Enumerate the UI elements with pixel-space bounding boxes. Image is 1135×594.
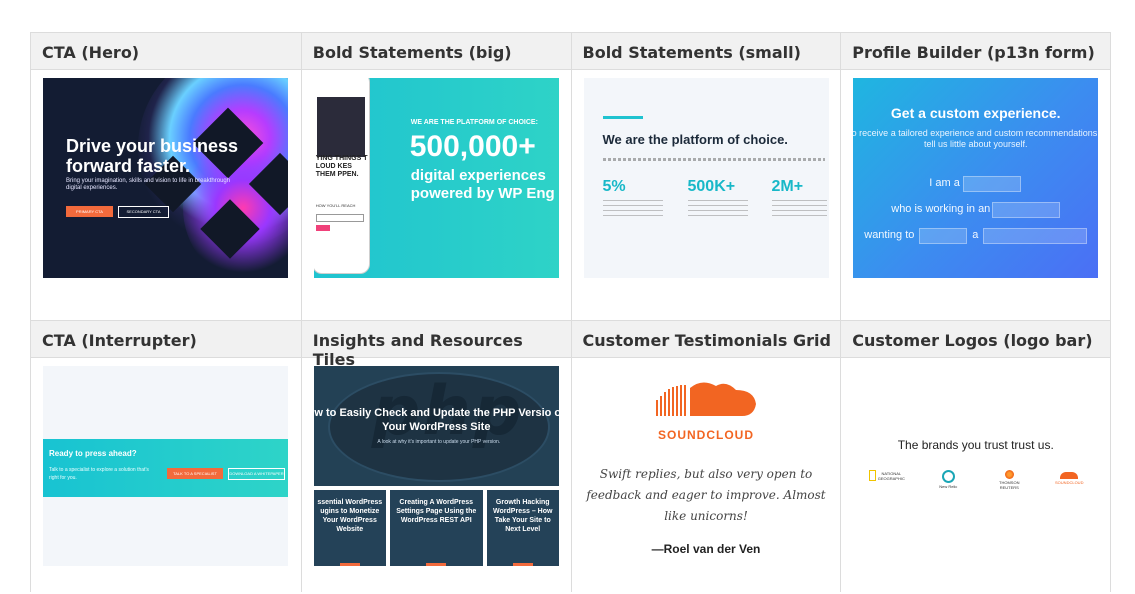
component-grid: CTA (Hero) Bold Statements (big) Bold St…: [30, 32, 1111, 592]
label-i-am: I am a: [929, 177, 960, 189]
reuters-icon: [1004, 470, 1014, 479]
interrupter-heading: Ready to press ahead?: [49, 449, 137, 458]
natgeo-frame-icon: [869, 470, 877, 481]
phone-input: [315, 214, 364, 222]
profile-builder-thumbnail[interactable]: Get a custom experience. o receive a tai…: [853, 78, 1099, 278]
bold-small-title: We are the platform of choice.: [602, 132, 788, 147]
logo-bar-thumbnail[interactable]: The brands you trust trust us. NATIONAL …: [853, 366, 1098, 566]
logo-label: SOUNDCLOUD: [1055, 480, 1084, 485]
soundcloud-small-logo: SOUNDCLOUD: [1054, 470, 1084, 485]
stat-description: [602, 200, 663, 216]
label-a: a: [972, 229, 979, 241]
testimonial-author: —Roel van der Ven: [651, 542, 761, 556]
text-line: [602, 158, 825, 161]
cell-customer-logos: The brands you trust trust us. NATIONAL …: [840, 358, 1110, 592]
tile-title: ssential WordPress ugins to Monetize You…: [317, 499, 383, 533]
column-header: Insights and Resources Tiles: [300, 321, 571, 369]
industry-field[interactable]: [992, 202, 1061, 218]
column-header: CTA (Hero): [42, 43, 140, 62]
tile-title: Growth Hacking WordPress – How Take Your…: [493, 499, 553, 533]
eyebrow-text: WE ARE THE PLATFORM OF CHOICE:: [410, 119, 538, 126]
goal-field[interactable]: [919, 228, 968, 244]
primary-cta-button[interactable]: PRIMARY CTA: [66, 206, 113, 217]
logo-label: New Relic: [939, 484, 958, 489]
column-header: Bold Statements (big): [300, 33, 571, 69]
resource-tile[interactable]: Growth Hacking WordPress – How Take Your…: [486, 490, 559, 566]
testimonial-quote: Swift replies, but also very open to fee…: [586, 467, 826, 523]
cell-cta-interrupter: Ready to press ahead? Talk to a speciali…: [31, 358, 301, 592]
primary-cta-button[interactable]: TALK TO A SPECIALIST: [167, 468, 223, 479]
big-number: 500,000+: [409, 130, 536, 163]
cta-hero-thumbnail[interactable]: Drive your business forward faster. Brin…: [43, 78, 288, 278]
header-row-2: CTA (Interrupter) Insights and Resources…: [30, 320, 1111, 369]
phone-screen-image: [316, 97, 365, 157]
accent-rule: [602, 116, 643, 119]
newrelic-icon: [941, 470, 955, 483]
phone-mockup: YING THINGS T LOUD KES THEM PPEN. HOW YO…: [313, 78, 370, 274]
interrupter-body: Talk to a specialist to explore a soluti…: [49, 467, 149, 481]
stat-value: 500K+: [687, 178, 736, 195]
featured-title: ow to Easily Check and Update the PHP Ve…: [313, 407, 559, 433]
logo-label: NATIONAL GEOGRAPHIC: [877, 470, 905, 481]
soundcloud-logo-icon: [655, 382, 756, 416]
featured-subtitle: A look at why it's important to update y…: [377, 439, 501, 445]
cta-interrupter-thumbnail[interactable]: Ready to press ahead? Talk to a speciali…: [43, 366, 288, 566]
cell-testimonials: SOUNDCLOUD Swift replies, but also very …: [570, 358, 841, 592]
profile-subtitle: o receive a tailored experience and cust…: [853, 128, 1099, 149]
tile-accent: [339, 563, 360, 566]
thomson-reuters-logo: THOMSON REUTERS: [989, 470, 1029, 490]
header-row-1: CTA (Hero) Bold Statements (big) Bold St…: [30, 32, 1111, 70]
bold-big-thumbnail[interactable]: YING THINGS T LOUD KES THEM PPEN. HOW YO…: [313, 78, 559, 278]
logo-bar-title: The brands you trust trust us.: [897, 438, 1054, 452]
column-header: CTA (Interrupter): [42, 331, 197, 350]
newrelic-logo: New Relic: [933, 470, 963, 489]
secondary-cta-button[interactable]: SECONDARY CTA: [118, 206, 169, 218]
phone-text: YING THINGS T LOUD KES THEM PPEN.: [315, 155, 368, 178]
cell-insights: php ow to Easily Check and Update the PH…: [300, 358, 571, 592]
resource-tile[interactable]: Creating A WordPress Settings Page Using…: [389, 490, 483, 566]
natgeo-logo: NATIONAL GEOGRAPHIC: [867, 470, 907, 481]
stat-value: 2M+: [771, 178, 804, 195]
insights-thumbnail[interactable]: php ow to Easily Check and Update the PH…: [313, 366, 559, 566]
role-field[interactable]: [963, 176, 1022, 192]
soundcloud-cloud-icon: [1060, 472, 1079, 479]
hero-headline: Drive your business forward faster.: [66, 136, 239, 176]
featured-article: php ow to Easily Check and Update the PH…: [313, 366, 559, 486]
sub-line-2: powered by WP Eng: [410, 185, 555, 202]
bold-small-thumbnail[interactable]: We are the platform of choice. 5% 500K+ …: [583, 78, 829, 278]
column-header: Profile Builder (p13n form): [840, 33, 1110, 69]
label-wanting: wanting to: [864, 229, 915, 241]
label-working: who is working in an: [891, 203, 991, 215]
cta-band: Ready to press ahead? Talk to a speciali…: [43, 439, 288, 497]
profile-title: Get a custom experience.: [890, 105, 1061, 121]
resource-tile[interactable]: ssential WordPress ugins to Monetize You…: [313, 490, 386, 566]
tile-title: Creating A WordPress Settings Page Using…: [396, 499, 477, 524]
sub-line-1: digital experiences: [410, 167, 546, 184]
tile-accent: [512, 563, 533, 566]
hero-body: Bring your imagination, skills and visio…: [66, 178, 231, 191]
body-row-1: Drive your business forward faster. Brin…: [30, 70, 1111, 320]
stat-description: [687, 200, 748, 216]
cell-cta-hero: Drive your business forward faster. Brin…: [31, 70, 301, 320]
stat-description: [771, 200, 827, 216]
logo-label: THOMSON REUTERS: [999, 480, 1020, 490]
stat-value: 5%: [602, 178, 626, 195]
testimonial-thumbnail[interactable]: SOUNDCLOUD Swift replies, but also very …: [584, 366, 829, 566]
cell-bold-big: YING THINGS T LOUD KES THEM PPEN. HOW YO…: [300, 70, 571, 320]
phone-small-text: HOW YOU'LL REACH: [315, 203, 356, 208]
soundcloud-wordmark: SOUNDCLOUD: [658, 428, 754, 442]
cell-bold-small: We are the platform of choice. 5% 500K+ …: [570, 70, 841, 320]
tile-accent: [425, 563, 446, 566]
column-header: Customer Testimonials Grid: [570, 321, 841, 357]
column-header: Customer Logos (logo bar): [840, 321, 1110, 357]
phone-button: [315, 225, 330, 231]
column-header: Bold Statements (small): [570, 33, 841, 69]
goal-object-field[interactable]: [983, 228, 1088, 244]
body-row-2: Ready to press ahead? Talk to a speciali…: [30, 358, 1111, 592]
secondary-cta-button[interactable]: DOWNLOAD A WHITEPAPER: [228, 468, 285, 480]
cell-profile-builder: Get a custom experience. o receive a tai…: [840, 70, 1110, 320]
